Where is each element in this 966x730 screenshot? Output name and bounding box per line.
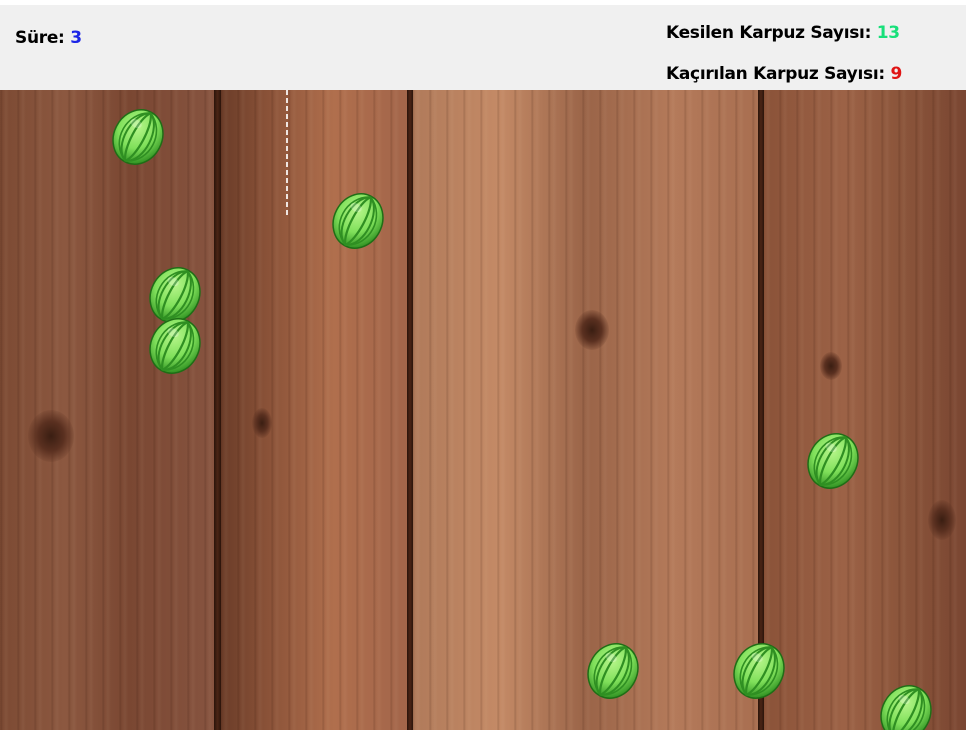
missed-count-value: 9	[890, 64, 902, 84]
missed-count-display: Kaçırılan Karpuz Sayısı: 9	[666, 64, 902, 84]
cut-count-display: Kesilen Karpuz Sayısı: 13	[666, 23, 900, 43]
wood-grain	[0, 90, 215, 730]
watermelon-icon[interactable]	[585, 642, 641, 700]
wood-grain	[220, 90, 410, 730]
plank-gap	[758, 90, 764, 730]
time-value: 3	[70, 28, 82, 48]
slice-trail	[286, 90, 288, 216]
wood-grain	[412, 90, 760, 730]
plank-gap	[214, 90, 221, 730]
game-window: Süre: 3 Kesilen Karpuz Sayısı: 13 Kaçırı…	[0, 0, 966, 730]
plank-gap	[407, 90, 413, 730]
missed-count-label: Kaçırılan Karpuz Sayısı:	[666, 64, 885, 84]
wood-knot	[820, 352, 842, 380]
wood-grain	[762, 90, 966, 730]
watermelon-icon[interactable]	[147, 317, 203, 375]
cut-count-label: Kesilen Karpuz Sayısı:	[666, 23, 872, 43]
watermelon-icon[interactable]	[805, 432, 861, 490]
wood-knot	[252, 408, 272, 438]
wood-knot	[928, 500, 956, 540]
watermelon-icon[interactable]	[330, 192, 386, 250]
watermelon-icon[interactable]	[110, 108, 166, 166]
watermelon-icon[interactable]	[147, 266, 203, 324]
watermelon-icon[interactable]	[731, 642, 787, 700]
status-bar: Süre: 3 Kesilen Karpuz Sayısı: 13 Kaçırı…	[0, 5, 966, 90]
game-board[interactable]	[0, 90, 966, 730]
cut-count-value: 13	[876, 23, 900, 43]
wood-knot	[28, 410, 74, 462]
time-label: Süre:	[15, 28, 65, 48]
time-display: Süre: 3	[15, 28, 82, 48]
wood-knot	[575, 310, 609, 350]
watermelon-icon[interactable]	[878, 684, 934, 730]
